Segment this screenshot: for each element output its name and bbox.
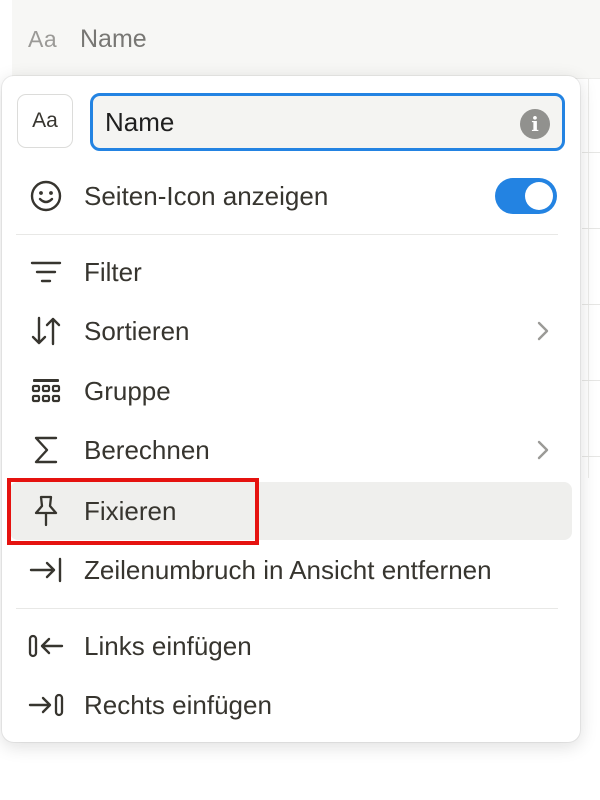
chevron-right-icon [537,440,549,460]
smiley-icon [26,176,66,216]
menu-item-sort[interactable]: Sortieren [2,302,580,360]
text-type-icon: Aa [32,109,58,132]
sort-icon [26,311,66,351]
pin-icon [26,491,66,531]
menu-item-label: Fixieren [84,495,177,526]
table-divider [588,78,589,478]
table-row-line [582,456,600,457]
menu-item-insert-right[interactable]: Rechts einfügen [2,676,580,734]
menu-item-unwrap[interactable]: Zeilenumbruch in Ansicht entfernen [2,541,580,599]
toggle-knob [525,182,553,210]
info-icon[interactable]: i [520,109,550,139]
show-page-icon-row[interactable]: Seiten-Icon anzeigen [2,167,580,225]
chevron-right-icon [537,321,549,341]
insert-left-icon [26,626,66,666]
wrap-icon [26,550,66,590]
column-header-name[interactable]: Name [80,25,147,54]
menu-item-label: Berechnen [84,434,210,465]
property-type-button[interactable]: Aa [17,94,73,148]
sum-icon [26,430,66,470]
menu-item-pin[interactable]: Fixieren [10,482,572,540]
table-row-line [582,304,600,305]
menu-item-calculate[interactable]: Berechnen [2,421,580,479]
table-row-line [582,380,600,381]
menu-item-label: Sortieren [84,315,190,346]
menu-item-label: Filter [84,256,142,287]
menu-item-label: Links einfügen [84,630,252,661]
menu-item-insert-left[interactable]: Links einfügen [2,617,580,675]
show-page-icon-toggle[interactable] [495,178,557,214]
menu-divider [16,234,558,235]
menu-item-filter[interactable]: Filter [2,243,580,301]
property-name-row: Aa i [2,76,580,170]
menu-item-label: Gruppe [84,375,171,406]
menu-divider [16,608,558,609]
filter-icon [26,252,66,292]
text-type-icon: Aa [28,26,58,52]
table-row-line [582,152,600,153]
insert-right-icon [26,685,66,725]
menu-item-label: Rechts einfügen [84,689,272,720]
menu-item-label: Zeilenumbruch in Ansicht entfernen [84,554,492,585]
property-name-input[interactable] [90,93,565,151]
group-icon [26,371,66,411]
property-menu: Aa i Seiten-Icon anzeigen Filter Sortier… [2,76,580,742]
show-page-icon-label: Seiten-Icon anzeigen [84,180,329,211]
table-row-line [582,228,600,229]
menu-item-group[interactable]: Gruppe [2,362,580,420]
